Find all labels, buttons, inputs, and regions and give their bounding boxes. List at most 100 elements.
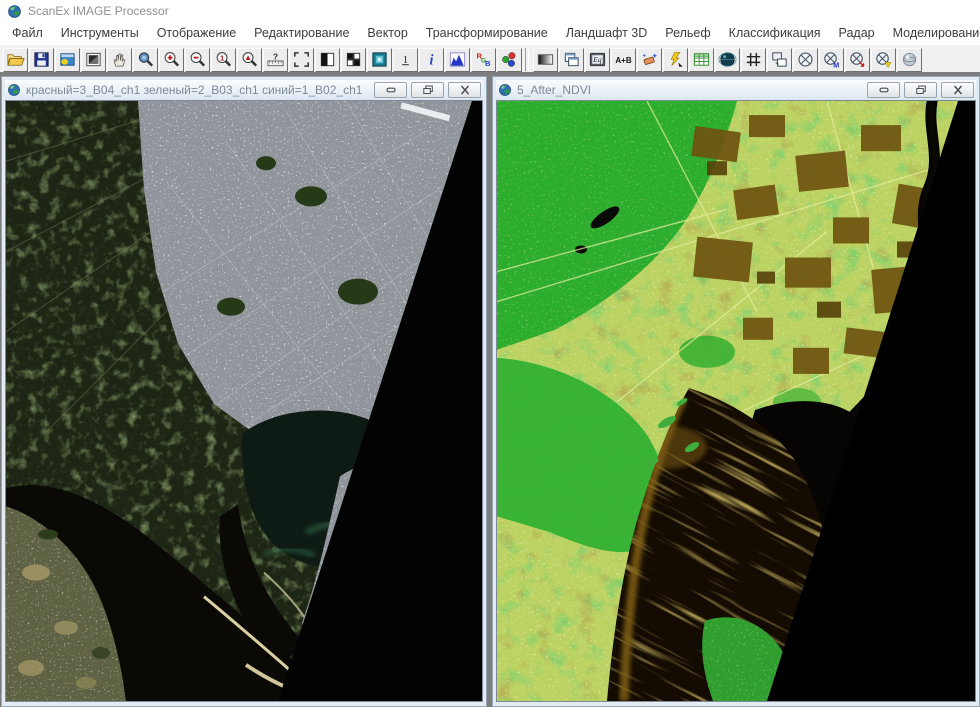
close-button[interactable] <box>448 82 481 98</box>
info-icon <box>422 50 441 69</box>
restore-button[interactable] <box>411 82 444 98</box>
toolbar-button-zoom-selection[interactable] <box>237 48 262 72</box>
menu-bar: ФайлИнструментыОтображениеРедактирование… <box>0 22 980 44</box>
cascade-windows-icon <box>562 50 581 69</box>
histogram-icon <box>448 50 467 69</box>
toolbar-separator <box>525 48 529 71</box>
image-view-icon <box>58 50 77 69</box>
toolbar <box>0 44 980 74</box>
window-rgb-client <box>5 100 483 702</box>
window-rgb-controls <box>374 82 481 98</box>
window-rgb-titlebar[interactable]: красный=3_B04_ch1 зеленый=2_B03_ch1 сини… <box>5 80 483 100</box>
globe-3d-icon <box>900 50 919 69</box>
close-button[interactable] <box>941 82 974 98</box>
toolbar-button-frame-view[interactable] <box>367 48 392 72</box>
globe-dark-icon <box>718 50 737 69</box>
mosaic-flag-icon <box>874 50 893 69</box>
menu-item-landscape-3d[interactable]: Ландшафт 3D <box>557 23 657 43</box>
color-composite-icon <box>500 50 519 69</box>
mosaic-icon <box>796 50 815 69</box>
window-ndvi-client <box>496 100 976 702</box>
scanex-image-processor: { "app": { "title": "ScanEx IMAGE Proces… <box>0 0 980 706</box>
close-icon <box>459 85 471 95</box>
zoom-in-icon <box>162 50 181 69</box>
toolbar-button-invert[interactable] <box>315 48 340 72</box>
window-ndvi-controls <box>867 82 974 98</box>
toolbar-button-clean[interactable] <box>637 48 662 72</box>
toolbar-button-info[interactable] <box>419 48 444 72</box>
toolbar-button-mosaic-m[interactable] <box>819 48 844 72</box>
toolbar-button-view-image[interactable] <box>55 48 80 72</box>
minimize-button[interactable] <box>374 82 407 98</box>
pan-hand-icon <box>110 50 129 69</box>
window-rgb-title: красный=3_B04_ch1 зеленый=2_B03_ch1 сини… <box>26 83 362 97</box>
toolbar-button-save[interactable] <box>29 48 54 72</box>
restore-icon <box>915 85 927 95</box>
window-rgb-composite: красный=3_B04_ch1 зеленый=2_B03_ch1 сини… <box>1 76 487 707</box>
toolbar-button-link-views[interactable] <box>767 48 792 72</box>
mdi-workspace: красный=3_B04_ch1 зеленый=2_B03_ch1 сини… <box>0 72 980 706</box>
toolbar-button-grid[interactable] <box>741 48 766 72</box>
toolbar-button-pan[interactable] <box>107 48 132 72</box>
app-globe-icon <box>7 4 22 19</box>
toolbar-button-mosaic-export[interactable] <box>845 48 870 72</box>
menu-item-editing[interactable]: Редактирование <box>245 23 358 43</box>
band-math-icon <box>614 50 633 69</box>
rgb-satellite-image[interactable] <box>6 101 482 701</box>
clean-raster-icon <box>640 50 659 69</box>
menu-item-radar[interactable]: Радар <box>830 23 884 43</box>
window-globe-icon <box>498 83 512 97</box>
menu-item-relief[interactable]: Рельеф <box>656 23 719 43</box>
toolbar-button-rgb-channels[interactable] <box>471 48 496 72</box>
measure-icon <box>266 50 285 69</box>
toolbar-button-display-settings[interactable] <box>81 48 106 72</box>
zoom-out-icon <box>188 50 207 69</box>
toolbar-button-histogram[interactable] <box>445 48 470 72</box>
save-floppy-icon <box>32 50 51 69</box>
toolbar-button-cascade[interactable] <box>559 48 584 72</box>
menu-item-tools[interactable]: Инструменты <box>52 23 148 43</box>
toolbar-button-zoom-window[interactable] <box>133 48 158 72</box>
window-ndvi-titlebar[interactable]: 5_After_NDVI <box>496 80 976 100</box>
window-globe-icon <box>7 83 21 97</box>
mosaic-m-icon <box>822 50 841 69</box>
toolbar-button-equalize[interactable] <box>585 48 610 72</box>
tile-bw-icon <box>344 50 363 69</box>
toolbar-button-zoom-in[interactable] <box>159 48 184 72</box>
menu-item-file[interactable]: Файл <box>3 23 52 43</box>
toolbar-button-mosaic-flag[interactable] <box>871 48 896 72</box>
toolbar-button-band-math[interactable] <box>611 48 636 72</box>
single-channel-icon <box>396 50 415 69</box>
attribute-table-icon <box>692 50 711 69</box>
toolbar-button-open[interactable] <box>3 48 28 72</box>
menu-item-classification[interactable]: Классификация <box>720 23 830 43</box>
toolbar-button-zoom-out[interactable] <box>185 48 210 72</box>
toolbar-button-color-composite[interactable] <box>497 48 522 72</box>
menu-item-transformation[interactable]: Трансформирование <box>417 23 557 43</box>
toolbar-button-select-region[interactable] <box>289 48 314 72</box>
menu-item-modeling[interactable]: Моделирование <box>884 23 980 43</box>
restore-button[interactable] <box>904 82 937 98</box>
toolbar-button-single-channel[interactable] <box>393 48 418 72</box>
frame-view-icon <box>370 50 389 69</box>
ndvi-image[interactable] <box>497 101 975 701</box>
toolbar-button-mosaic[interactable] <box>793 48 818 72</box>
toolbar-button-tile-windows[interactable] <box>341 48 366 72</box>
toolbar-button-measure[interactable] <box>263 48 288 72</box>
grayscale-gradient-icon <box>536 50 555 69</box>
menu-item-display[interactable]: Отображение <box>148 23 245 43</box>
window-ndvi-title: 5_After_NDVI <box>517 83 591 97</box>
mosaic-export-icon <box>848 50 867 69</box>
toolbar-button-grayscale[interactable] <box>533 48 558 72</box>
toolbar-button-zoom-actual[interactable] <box>211 48 236 72</box>
window-ndvi: 5_After_NDVI <box>492 76 980 707</box>
toolbar-button-vectorize[interactable] <box>663 48 688 72</box>
toolbar-button-globe-view[interactable] <box>715 48 740 72</box>
vector-sign-icon <box>666 50 685 69</box>
minimize-button[interactable] <box>867 82 900 98</box>
toolbar-button-attribute-table[interactable] <box>689 48 714 72</box>
toolbar-button-globe-3d[interactable] <box>897 48 922 72</box>
app-titlebar: ScanEx IMAGE Processor <box>0 0 980 22</box>
select-region-icon <box>292 50 311 69</box>
menu-item-vector[interactable]: Вектор <box>358 23 416 43</box>
